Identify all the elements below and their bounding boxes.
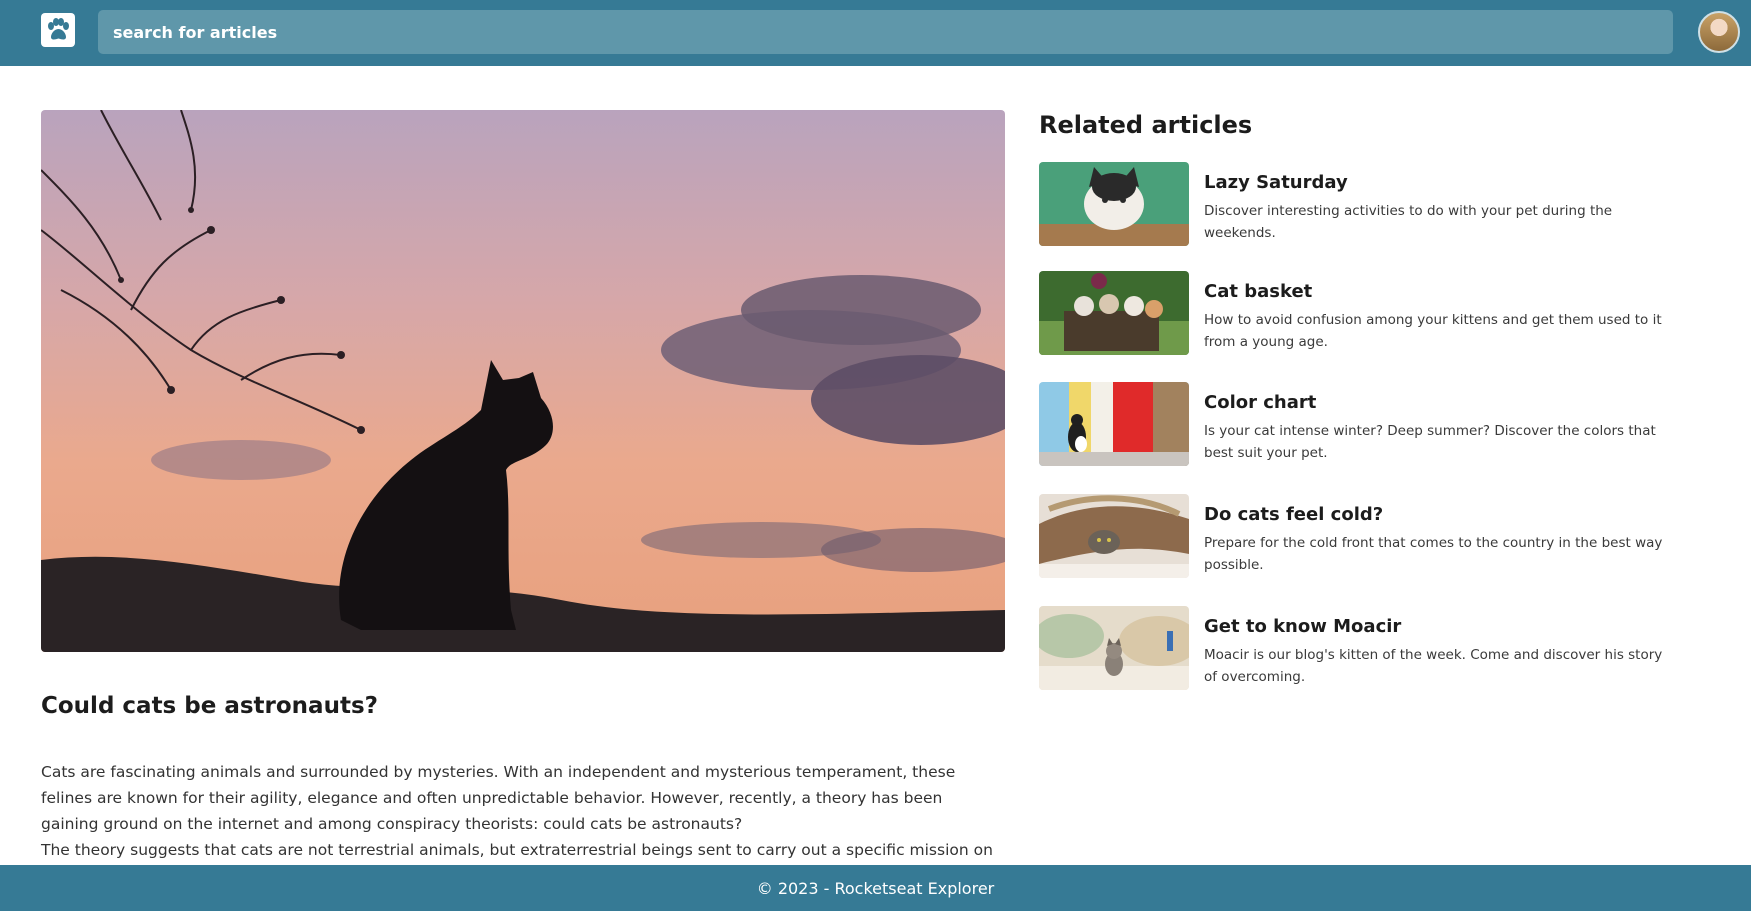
- related-article-description: Is your cat intense winter? Deep summer?…: [1204, 423, 1656, 461]
- related-article-description: Moacir is our blog's kitten of the week.…: [1204, 647, 1663, 685]
- paw-icon[interactable]: [41, 13, 75, 47]
- article-title: Could cats be astronauts?: [41, 693, 378, 719]
- related-article-title[interactable]: Lazy Saturday: [1204, 172, 1348, 193]
- related-article-title[interactable]: Color chart: [1204, 392, 1316, 413]
- related-article-item[interactable]: Do cats feel cold? Prepare for the cold …: [1039, 494, 1679, 578]
- related-article-description: Discover interesting activities to do wi…: [1204, 203, 1613, 241]
- article-thumbnail: [1039, 606, 1189, 690]
- search-box[interactable]: [98, 10, 1673, 54]
- related-article-title[interactable]: Do cats feel cold?: [1204, 504, 1383, 525]
- article-thumbnail: [1039, 494, 1189, 578]
- related-article-item[interactable]: Color chart Is your cat intense winter? …: [1039, 382, 1679, 466]
- related-articles-heading: Related articles: [1039, 111, 1253, 139]
- article-thumbnail: [1039, 162, 1189, 246]
- article-paragraph: Cats are fascinating animals and surroun…: [41, 763, 956, 833]
- user-avatar[interactable]: [1698, 11, 1740, 53]
- article-thumbnail: [1039, 271, 1189, 355]
- related-article-item[interactable]: Get to know Moacir Moacir is our blog's …: [1039, 606, 1679, 690]
- footer-text: © 2023 - Rocketseat Explorer: [756, 878, 995, 898]
- top-bar: [0, 0, 1751, 66]
- article-thumbnail: [1039, 382, 1189, 466]
- search-input[interactable]: [113, 10, 1673, 54]
- related-article-description: Prepare for the cold front that comes to…: [1204, 535, 1663, 573]
- related-article-item[interactable]: Lazy Saturday Discover interesting activ…: [1039, 162, 1679, 246]
- related-article-description: How to avoid confusion among your kitten…: [1204, 312, 1662, 350]
- related-article-title[interactable]: Get to know Moacir: [1204, 616, 1401, 637]
- related-article-title[interactable]: Cat basket: [1204, 281, 1312, 302]
- footer: © 2023 - Rocketseat Explorer: [0, 865, 1751, 911]
- related-article-item[interactable]: Cat basket How to avoid confusion among …: [1039, 271, 1679, 355]
- article-hero-image: [41, 110, 1005, 652]
